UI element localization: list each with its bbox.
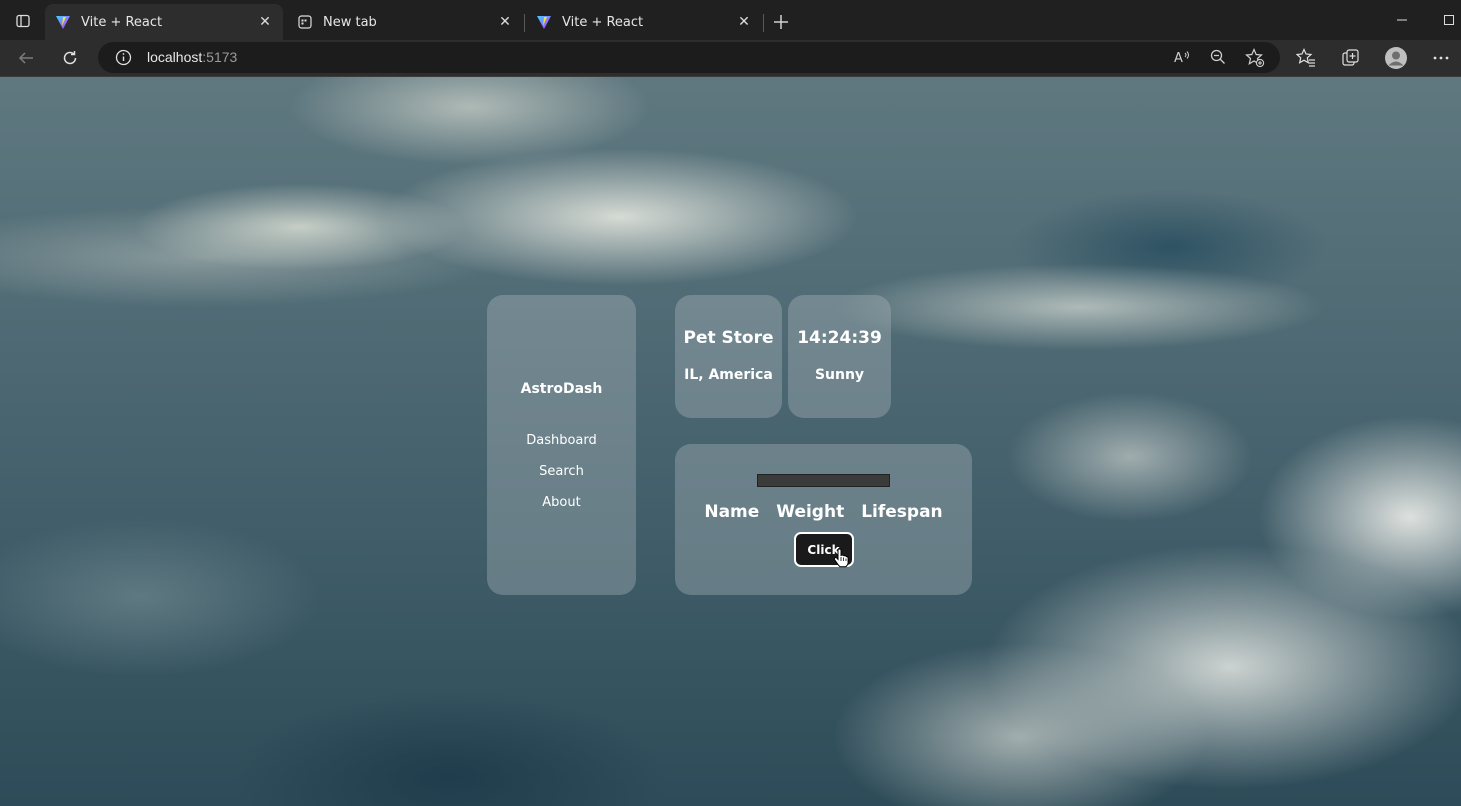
store-info-card: Pet Store IL, America xyxy=(675,295,782,418)
tab-new-tab[interactable]: New tab ✕ xyxy=(287,4,523,40)
tab-divider xyxy=(524,14,525,32)
nav-link-search[interactable]: Search xyxy=(539,464,584,479)
browser-toolbar: localhost:5173 A xyxy=(0,40,1461,77)
tab-title: New tab xyxy=(323,14,377,30)
url-text: localhost:5173 xyxy=(147,49,237,65)
back-arrow-icon[interactable] xyxy=(12,44,40,72)
minimize-button[interactable] xyxy=(1390,8,1414,32)
weather-status: Sunny xyxy=(814,367,865,383)
svg-text:A: A xyxy=(1174,51,1183,66)
nav-link-dashboard[interactable]: Dashboard xyxy=(526,433,597,448)
app-brand-title: AstroDash xyxy=(520,381,603,397)
tab-vite-react-1[interactable]: Vite + React ✕ xyxy=(45,4,283,40)
close-icon[interactable]: ✕ xyxy=(257,14,273,30)
header-weight: Weight xyxy=(776,502,845,522)
add-favorite-icon[interactable] xyxy=(1245,48,1265,72)
time-weather-card: 14:24:39 Sunny xyxy=(788,295,891,418)
click-button[interactable]: Click xyxy=(793,532,854,568)
pet-display-bar xyxy=(757,474,890,487)
vite-icon xyxy=(55,14,71,30)
sidebar-card: AstroDash Dashboard Search About xyxy=(487,295,636,595)
close-icon[interactable]: ✕ xyxy=(497,14,513,30)
close-icon[interactable]: ✕ xyxy=(736,14,752,30)
address-bar[interactable]: localhost:5173 A xyxy=(98,42,1280,73)
newtab-icon xyxy=(297,14,313,30)
browser-tabstrip: Vite + React ✕ New tab ✕ Vite + React ✕ xyxy=(0,0,1461,40)
tab-actions-icon[interactable] xyxy=(9,7,37,35)
header-name: Name xyxy=(704,502,760,522)
more-options-icon[interactable] xyxy=(1427,44,1455,72)
tab-vite-react-2[interactable]: Vite + React ✕ xyxy=(526,4,762,40)
info-icon[interactable] xyxy=(115,49,132,70)
url-host: localhost xyxy=(147,49,203,65)
url-port: :5173 xyxy=(202,49,238,65)
tab-divider xyxy=(763,14,764,32)
store-name: Pet Store xyxy=(683,328,774,348)
header-lifespan: Lifespan xyxy=(861,502,943,522)
nav-link-about[interactable]: About xyxy=(542,495,580,510)
maximize-button[interactable] xyxy=(1437,8,1461,32)
current-time: 14:24:39 xyxy=(797,328,882,348)
pet-info-card: Name Weight Lifespan Click xyxy=(675,444,972,595)
favorites-icon[interactable] xyxy=(1292,44,1320,72)
zoom-out-icon[interactable] xyxy=(1209,48,1227,70)
pet-headers: Name Weight Lifespan xyxy=(704,502,942,522)
vite-icon xyxy=(536,14,552,30)
read-aloud-icon[interactable]: A xyxy=(1173,48,1191,70)
hand-cursor-icon xyxy=(833,548,849,568)
tab-title: Vite + React xyxy=(81,14,163,30)
new-tab-button[interactable] xyxy=(768,9,794,35)
page-viewport: AstroDash Dashboard Search About Pet Sto… xyxy=(0,77,1461,806)
refresh-icon[interactable] xyxy=(56,44,84,72)
collections-icon[interactable] xyxy=(1337,44,1365,72)
store-location: IL, America xyxy=(684,367,773,383)
tab-title: Vite + React xyxy=(562,14,644,30)
profile-avatar-icon[interactable] xyxy=(1382,44,1410,72)
